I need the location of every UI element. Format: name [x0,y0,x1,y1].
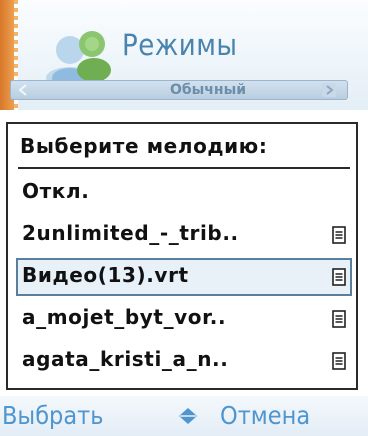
list-item-label: 2unlimited_-_trib.. [22,221,239,245]
file-icon [332,226,346,244]
cancel-softkey[interactable]: Отмена [220,400,310,432]
list-item-label: Видео(13).vrt [22,263,189,287]
left-arrow-icon[interactable] [14,81,32,99]
list-item-off[interactable]: Откл. [16,174,352,212]
app-header: Режимы Обычный [0,0,368,110]
list-item-selected[interactable]: Видео(13).vrt [16,258,352,296]
select-softkey[interactable]: Выбрать [2,400,103,432]
mode-tab-row: Обычный [0,78,368,102]
file-icon [332,268,346,286]
divider [18,167,350,169]
list-item-label: Откл. [22,179,90,203]
dialog-heading: Выберите мелодию: [20,134,268,158]
right-arrow-icon[interactable] [320,81,338,99]
list-item-label: agata_kristi_a_n.. [22,347,229,371]
file-icon [332,352,346,370]
file-icon [332,310,346,328]
ringtone-select-dialog: Выберите мелодию: Откл. 2unlimited_-_tri… [6,122,358,390]
list-item[interactable]: agata_kristi_a_n.. [16,342,352,380]
app-title: Режимы [122,28,238,62]
list-item[interactable]: a_mojet_byt_vor.. [16,300,352,338]
list-item[interactable]: 2unlimited_-_trib.. [16,216,352,254]
softkey-bar: Выбрать Отмена [0,396,368,436]
list-item-label: a_mojet_byt_vor.. [22,305,227,329]
phone-screen: Режимы Обычный Выберите мелодию: Откл. 2… [0,0,368,436]
ringtone-list[interactable]: Откл. 2unlimited_-_trib.. Видео(13).vrt … [16,174,352,388]
tab-current-mode[interactable]: Обычный [128,78,288,102]
up-down-arrow-icon [179,408,197,424]
